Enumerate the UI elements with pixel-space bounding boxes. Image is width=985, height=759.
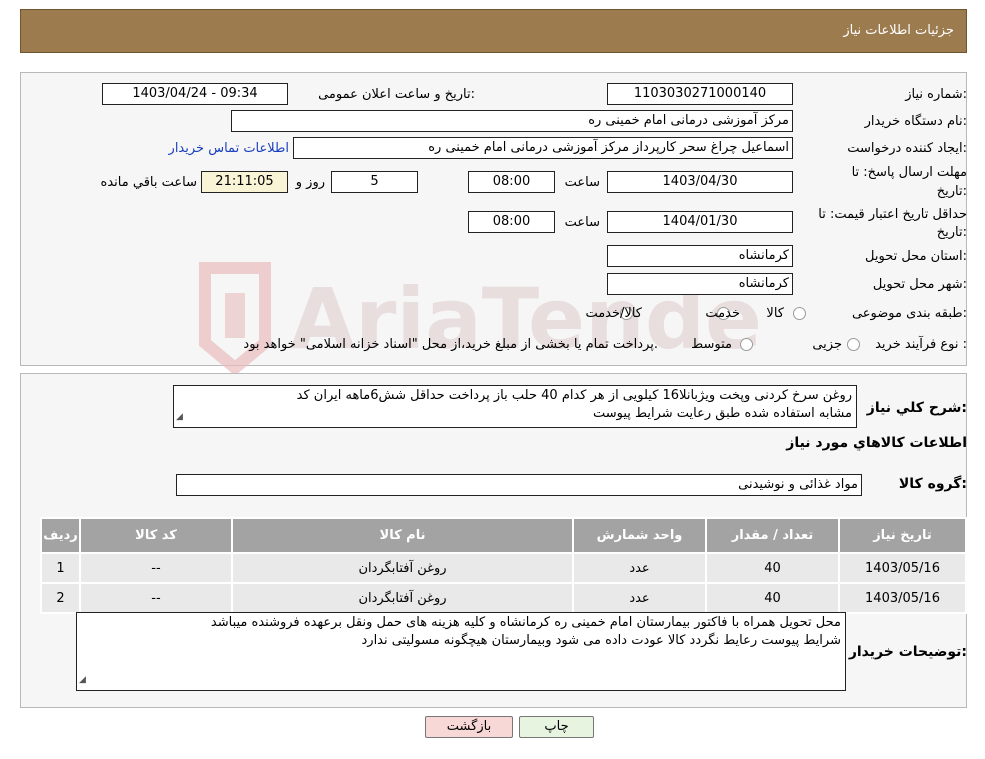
cell-item-name: روغن آفتابگردان — [231, 582, 574, 614]
buyer-contact-link[interactable]: اطلاعات تماس خریدار — [169, 141, 289, 156]
cell-unit: عدد — [572, 552, 707, 584]
cell-quantity: 40 — [705, 582, 840, 614]
cell-quantity: 40 — [705, 552, 840, 584]
validity-label-date: تاریخ: — [936, 225, 967, 240]
validity-time-field: 08:00 — [468, 211, 555, 233]
buyer-org-field: مرکز آموزشی درمانی امام خمینی ره — [231, 110, 793, 132]
days-field: 5 — [331, 171, 418, 193]
page-header: جزئیات اطلاعات نیاز — [20, 9, 967, 53]
process-radio-minor[interactable] — [847, 338, 860, 351]
announce-field: 1403/04/24 - 09:34 — [102, 83, 288, 105]
col-unit: واحد شمارش — [572, 517, 707, 554]
deadline-time-field: 08:00 — [468, 171, 555, 193]
process-option-minor: جزیی — [812, 337, 842, 352]
process-radio-medium[interactable] — [740, 338, 753, 351]
cell-item-code: -- — [79, 552, 233, 584]
summary-label: شرح کلي نياز: — [866, 400, 967, 416]
category-option-both: کالا/خدمت — [585, 306, 642, 321]
city-label: شهر محل تحویل: — [872, 277, 967, 292]
validity-label: حداقل تاریخ اعتبار قیمت: تا — [818, 207, 967, 222]
summary-textarea: روغن سرخ کردنی وپخت ویژبانلا16 کیلویی از… — [173, 385, 857, 428]
col-need-date: تاریخ نیاز — [838, 517, 967, 554]
cell-row-number: 1 — [40, 552, 81, 584]
announce-label: تاریخ و ساعت اعلان عمومی: — [318, 87, 475, 102]
buyer-org-label: نام دستگاه خریدار: — [864, 114, 967, 129]
process-option-medium: متوسط — [691, 337, 732, 352]
print-button[interactable]: چاپ — [519, 716, 594, 738]
cell-row-number: 2 — [40, 582, 81, 614]
cell-need-date: 1403/05/16 — [838, 552, 967, 584]
validity-time-label: ساعت — [564, 215, 600, 230]
goods-group-field: مواد غذائی و نوشیدنی — [176, 474, 862, 496]
deadline-time-label: ساعت — [564, 175, 600, 190]
buyer-notes-textarea: محل تحویل همراه با فاکتور بیمارستان امام… — [76, 612, 846, 691]
creator-label: ایجاد کننده درخواست: — [847, 141, 967, 156]
need-number-field: 1103030271000140 — [607, 83, 793, 105]
need-number-label: شماره نیاز: — [905, 87, 967, 102]
deadline-label-date: تاریخ: — [936, 184, 967, 199]
buyer-notes-label: توضیحات خریدار: — [848, 644, 967, 660]
cell-item-name: روغن آفتابگردان — [231, 552, 574, 584]
province-field: کرمانشاه — [607, 245, 793, 267]
summary-line-1: روغن سرخ کردنی وپخت ویژبانلا16 کیلویی از… — [296, 388, 852, 403]
province-label: استان محل تحویل: — [865, 249, 967, 264]
goods-group-label: گروه کالا: — [898, 476, 967, 492]
cell-need-date: 1403/05/16 — [838, 582, 967, 614]
remaining-time-label: ساعت باقي مانده — [100, 175, 197, 190]
col-quantity: تعداد / مقدار — [705, 517, 840, 554]
category-radio-goods[interactable] — [793, 307, 806, 320]
city-field: کرمانشاه — [607, 273, 793, 295]
page-title: جزئیات اطلاعات نیاز — [843, 23, 954, 38]
back-button[interactable]: بازگشت — [425, 716, 513, 738]
process-label: نوع فرآیند خرید : — [875, 337, 967, 352]
validity-date-field: 1404/01/30 — [607, 211, 793, 233]
category-option-service: خدمت — [705, 306, 740, 321]
notes-line-2: شرایط پیوست رعایط نگردد کالا عودت داده م… — [361, 633, 842, 648]
table-row: 2 -- روغن آفتابگردان عدد 40 1403/05/16 — [40, 582, 967, 614]
process-note: پرداخت تمام یا بخشی از مبلغ خرید،از محل … — [243, 337, 658, 352]
creator-field: اسماعیل چراغ سحر کارپرداز مرکز آموزشی در… — [293, 137, 793, 159]
deadline-label: مهلت ارسال پاسخ: تا — [851, 165, 967, 180]
resize-grip-icon[interactable]: ◢ — [79, 671, 86, 689]
goods-table: رديف کد کالا نام کالا واحد شمارش تعداد /… — [40, 517, 967, 614]
col-row-number: رديف — [40, 517, 81, 554]
cell-item-code: -- — [79, 582, 233, 614]
resize-grip-icon[interactable]: ◢ — [176, 408, 183, 426]
remaining-time-field: 21:11:05 — [201, 171, 288, 193]
goods-section-title: اطلاعات کالاهاي مورد نياز — [786, 435, 967, 451]
category-label: طبقه بندی موضوعی: — [851, 306, 967, 321]
deadline-date-field: 1403/04/30 — [607, 171, 793, 193]
notes-line-1: محل تحویل همراه با فاکتور بیمارستان امام… — [210, 615, 841, 630]
col-item-code: کد کالا — [79, 517, 233, 554]
table-header-row: رديف کد کالا نام کالا واحد شمارش تعداد /… — [40, 517, 967, 554]
col-item-name: نام کالا — [231, 517, 574, 554]
cell-unit: عدد — [572, 582, 707, 614]
days-label: روز و — [295, 175, 325, 190]
table-row: 1 -- روغن آفتابگردان عدد 40 1403/05/16 — [40, 552, 967, 584]
summary-line-2: مشابه استفاده شده طبق رعایت شرایط پیوست — [592, 406, 852, 421]
category-option-goods: کالا — [766, 306, 784, 321]
